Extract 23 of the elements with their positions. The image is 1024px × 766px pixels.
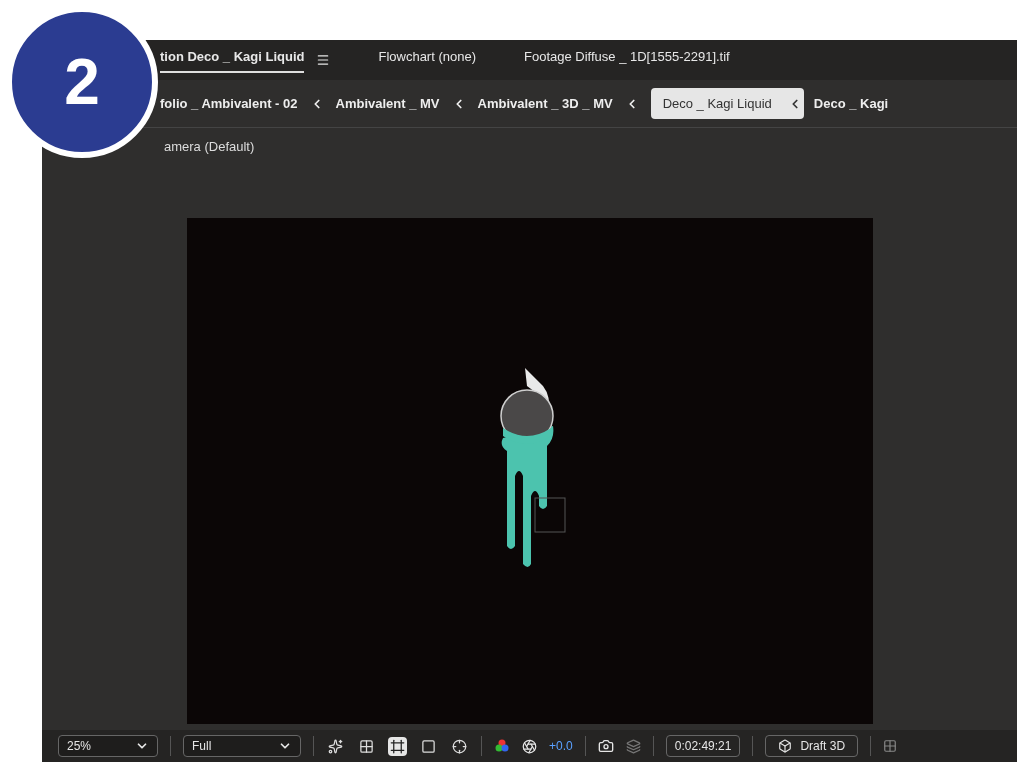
exposure-value[interactable]: +0.0 (549, 737, 573, 755)
view-toggle-icon[interactable] (388, 736, 407, 756)
breadcrumb[interactable]: Deco _ Kagi Liquid (650, 87, 804, 120)
cube-icon (778, 739, 793, 753)
breadcrumb[interactable]: Ambivalent _ 3D _ MV (477, 93, 613, 114)
panel-tab[interactable]: Flowchart (none) (378, 47, 476, 73)
menu-icon[interactable] (316, 53, 331, 67)
grid-icon[interactable] (883, 739, 898, 753)
color-channels-icon[interactable] (494, 738, 510, 754)
camera-icon[interactable] (597, 738, 614, 754)
panel-tab[interactable]: Footage Diffuse _ 1D[1555-2291].tif (524, 47, 730, 73)
resolution-dropdown[interactable]: Full (183, 735, 301, 757)
renderer-label: Draft 3D (800, 738, 846, 755)
zoom-dropdown[interactable]: 25% (58, 735, 158, 757)
aperture-icon[interactable] (522, 738, 537, 754)
timecode[interactable]: 0:02:49:21 (665, 735, 741, 757)
panel-tab[interactable]: tion Deco _ Kagi Liquid (160, 47, 305, 73)
breadcrumb[interactable]: folio _ Ambivalent - 02 (160, 93, 298, 114)
breadcrumb[interactable]: Deco _ Kagi (813, 93, 889, 114)
camera-label[interactable]: amera (Default) (164, 137, 255, 157)
draft-3d-button[interactable]: Draft 3D (765, 735, 859, 757)
breadcrumb[interactable]: Ambivalent _ MV (335, 93, 440, 114)
layers-icon[interactable] (625, 738, 641, 754)
